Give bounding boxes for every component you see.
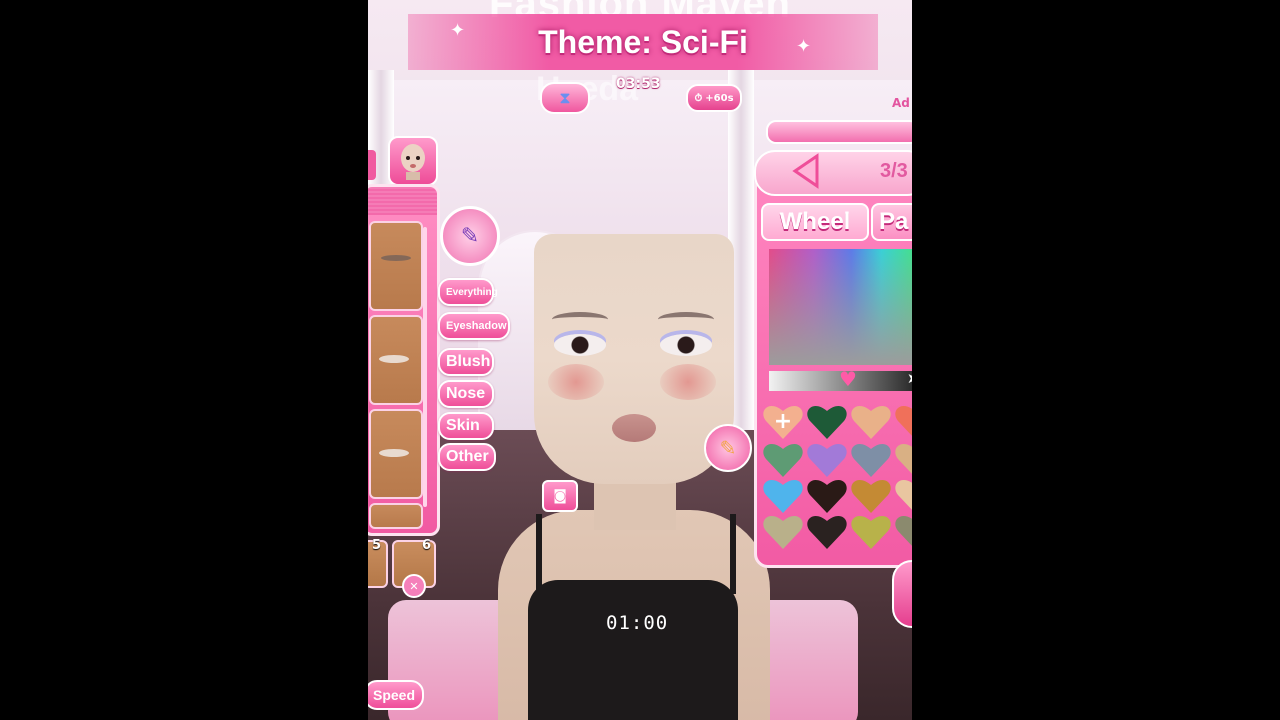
tank-strap: [730, 514, 736, 594]
add-color-swatch[interactable]: +: [763, 403, 803, 439]
avatar-lips: [612, 414, 656, 442]
category-other[interactable]: Other: [438, 443, 496, 471]
color-swatch[interactable]: [851, 403, 891, 439]
speed-button[interactable]: Speed: [368, 680, 424, 710]
head-category-button[interactable]: [388, 136, 438, 186]
right-eye: [660, 334, 712, 356]
ad-label: Ad: [892, 96, 910, 110]
color-swatch[interactable]: [851, 477, 891, 513]
left-eye: [554, 334, 606, 356]
pointer-cursor-icon: ➤: [907, 371, 912, 387]
tab-label: Wheel: [779, 208, 851, 235]
brightness-slider[interactable]: ♥ ➤: [769, 369, 912, 391]
sparkle-icon: ✦: [796, 36, 812, 57]
add-time-label: +60s: [705, 92, 734, 104]
round-timer: 03:53: [616, 76, 661, 92]
makeup-option-thumbnail[interactable]: [369, 315, 423, 405]
color-swatch[interactable]: [763, 477, 803, 513]
options-scrollbar[interactable]: [423, 227, 427, 507]
category-label: Blush: [446, 353, 491, 370]
video-timestamp: 01:00: [606, 612, 669, 634]
remove-icon[interactable]: ✕: [402, 574, 426, 598]
color-swatch[interactable]: [807, 403, 847, 439]
color-swatch[interactable]: [851, 513, 891, 549]
left-eyebrow: [552, 312, 608, 327]
game-viewport: Fashion Maven ✦ Theme: Sci-Fi ✦ Haeda ⧗ …: [368, 0, 912, 720]
chevron-left-icon: [792, 153, 819, 189]
color-swatch[interactable]: [851, 441, 891, 477]
category-label: Skin: [446, 417, 480, 434]
camera-icon[interactable]: ◙: [542, 480, 578, 512]
color-swatch[interactable]: [895, 403, 912, 439]
category-label: Nose: [446, 385, 486, 402]
theme-label: Theme: Sci-Fi: [538, 23, 748, 60]
clock-icon: ⏱: [694, 92, 703, 104]
color-picker-panel: Wheel Pa ♥ ➤ +: [754, 172, 912, 568]
color-swatch[interactable]: [895, 477, 912, 513]
left-tab-edge[interactable]: [368, 150, 376, 180]
color-swatch[interactable]: [895, 513, 912, 549]
color-swatch[interactable]: [807, 513, 847, 549]
makeup-option-thumbnail[interactable]: [369, 409, 423, 499]
color-swatch[interactable]: [763, 513, 803, 549]
ad-progress-bar[interactable]: [766, 120, 912, 144]
category-nose[interactable]: Nose: [438, 380, 494, 408]
page-indicator: 3/3: [880, 160, 908, 182]
previous-page-button[interactable]: [786, 152, 826, 190]
color-wheel-field[interactable]: [769, 249, 912, 365]
tab-label: Pa: [879, 208, 909, 235]
right-blush-freckles: [660, 364, 716, 400]
sparkle-icon: ✦: [450, 20, 466, 41]
face-icon: [401, 144, 425, 180]
category-skin[interactable]: Skin: [438, 412, 494, 440]
tab-wheel[interactable]: Wheel: [761, 203, 869, 241]
makeup-options-panel: [368, 184, 440, 536]
tab-palette[interactable]: Pa: [871, 203, 912, 241]
left-blush-freckles: [548, 364, 604, 400]
right-eyebrow: [658, 312, 714, 327]
category-eyeshadow[interactable]: Eyeshadow: [438, 312, 510, 340]
color-swatch[interactable]: [807, 477, 847, 513]
add-time-button[interactable]: ⏱ +60s: [686, 84, 742, 112]
pink-gem-button[interactable]: [892, 560, 912, 628]
makeup-option-thumbnail[interactable]: [369, 221, 423, 311]
tank-strap: [536, 514, 542, 594]
category-blush[interactable]: Blush: [438, 348, 494, 376]
theme-banner: ✦ Theme: Sci-Fi ✦: [408, 14, 878, 70]
color-swatch[interactable]: [807, 441, 847, 477]
makeup-kit-icon[interactable]: ✎: [440, 206, 500, 266]
category-label: Everything: [446, 286, 498, 298]
speed-label: Speed: [372, 687, 415, 703]
hourglass-icon: ⧗: [540, 82, 590, 114]
category-everything[interactable]: Everything: [438, 278, 498, 306]
heart-slider-knob[interactable]: ♥: [839, 369, 857, 389]
makeup-option-thumbnail[interactable]: [369, 503, 423, 529]
option-number: 5: [372, 538, 382, 553]
option-number: 6: [422, 538, 432, 553]
paintbrush-icon[interactable]: ✎: [704, 424, 752, 472]
category-label: Other: [446, 448, 489, 465]
black-tank-top: [528, 580, 738, 720]
color-swatch[interactable]: [895, 441, 912, 477]
panel-header: [368, 187, 437, 215]
category-label: Eyeshadow: [446, 320, 507, 332]
color-swatch[interactable]: [763, 441, 803, 477]
